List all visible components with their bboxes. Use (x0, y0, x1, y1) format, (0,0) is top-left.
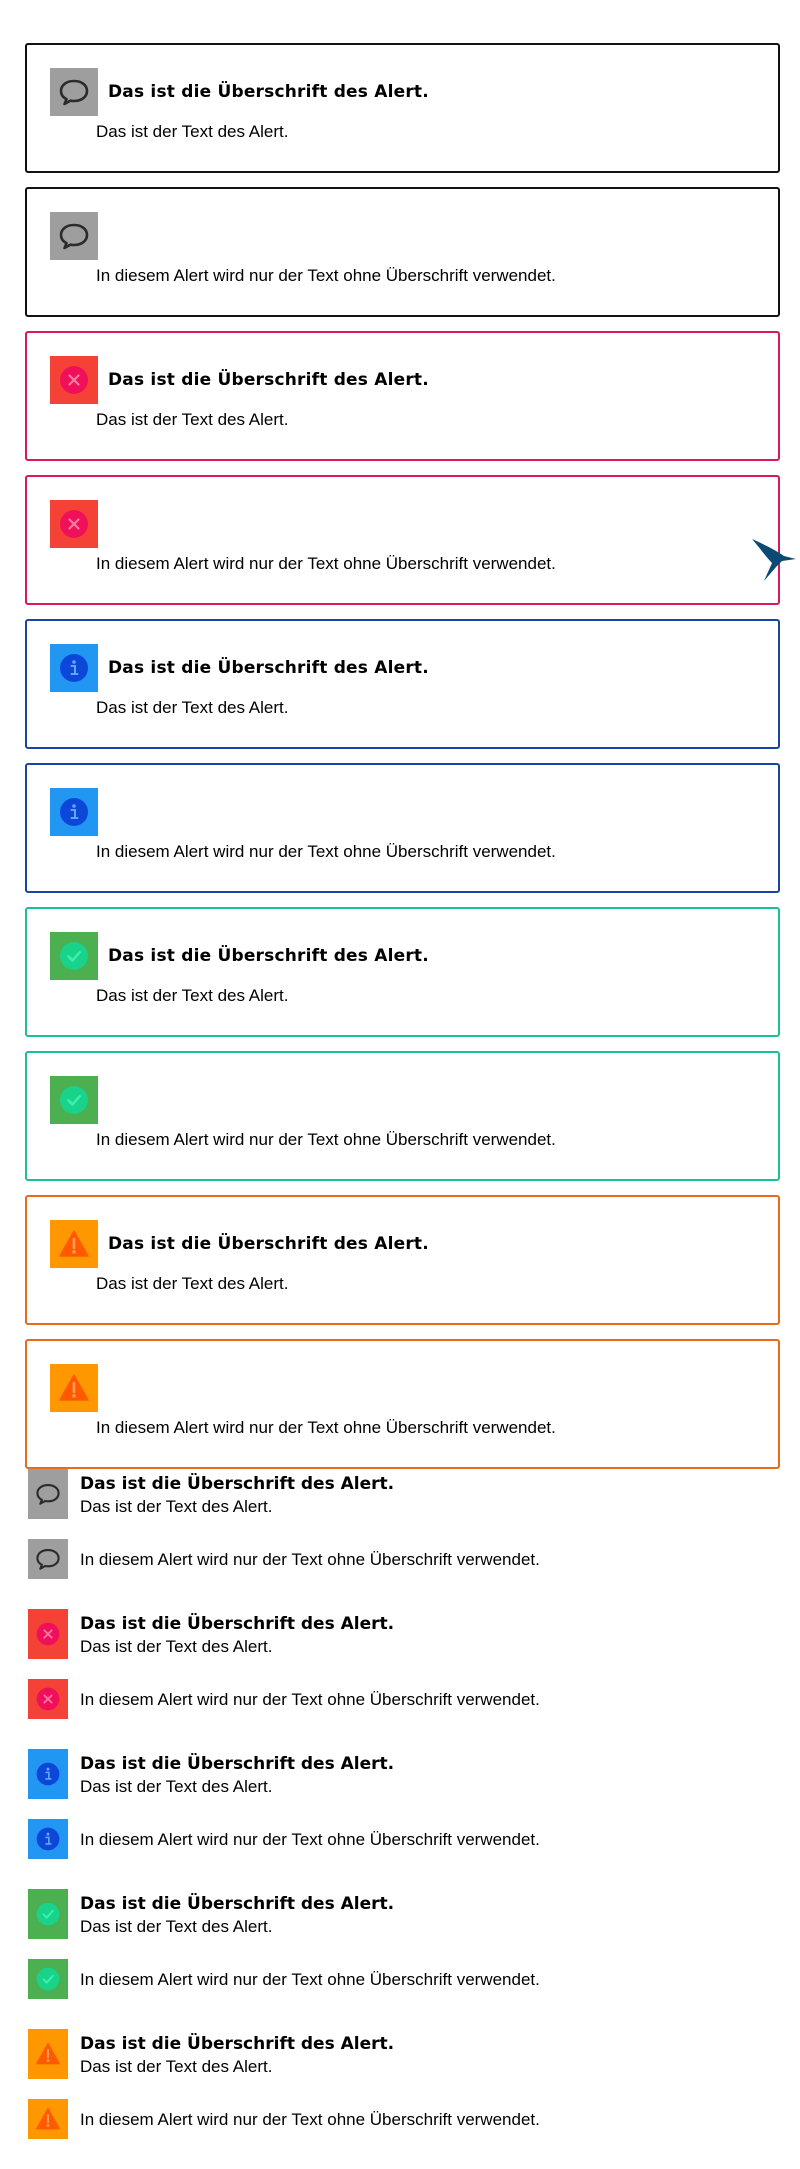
warning-icon (50, 1220, 98, 1268)
compact-alert-warning: In diesem Alert wird nur der Text ohne Ü… (25, 2099, 780, 2169)
alert-title: Das ist die Überschrift des Alert. (108, 370, 429, 390)
alert-title: Das ist die Überschrift des Alert. (80, 1614, 395, 1634)
alert-title: Das ist die Überschrift des Alert. (108, 1234, 429, 1254)
alert-text: Das ist der Text des Alert. (96, 410, 289, 429)
compact-alert-info: In diesem Alert wird nur der Text ohne Ü… (25, 1819, 780, 1889)
alert-text: Das ist der Text des Alert. (80, 1497, 273, 1516)
alert-title: Das ist die Überschrift des Alert. (108, 82, 429, 102)
alert-title: Das ist die Überschrift des Alert. (80, 1754, 395, 1774)
error-icon (28, 1679, 68, 1719)
alert-text: Das ist der Text des Alert. (80, 2057, 273, 2076)
alert-success: In diesem Alert wird nur der Text ohne Ü… (25, 1051, 780, 1181)
error-icon (50, 356, 98, 404)
success-icon (50, 1076, 98, 1124)
info-icon (50, 788, 98, 836)
success-icon (28, 1889, 68, 1939)
alert-text: Das ist der Text des Alert. (80, 1777, 273, 1796)
compact-alert-group: Das ist die Überschrift des Alert. Das is… (25, 1469, 780, 2169)
alert-warning: Das ist die Überschrift des Alert. Das is… (25, 1195, 780, 1325)
alert-title: Das ist die Überschrift des Alert. (80, 1474, 395, 1494)
alert-text: In diesem Alert wird nur der Text ohne Ü… (80, 1690, 540, 1709)
success-icon (28, 1959, 68, 1999)
alert-neutral: In diesem Alert wird nur der Text ohne Ü… (25, 187, 780, 317)
error-icon (28, 1609, 68, 1659)
compact-alert-warning: Das ist die Überschrift des Alert. Das is… (25, 2029, 780, 2099)
alert-title: Das ist die Überschrift des Alert. (108, 946, 429, 966)
alert-text: Das ist der Text des Alert. (96, 986, 289, 1005)
compact-alert-error: Das ist die Überschrift des Alert. Das is… (25, 1609, 780, 1679)
speech-bubble-icon (50, 212, 98, 260)
compact-alert-neutral: Das ist die Überschrift des Alert. Das is… (25, 1469, 780, 1539)
alert-text: In diesem Alert wird nur der Text ohne Ü… (96, 554, 556, 573)
speech-bubble-icon (28, 1469, 68, 1519)
alert-info: In diesem Alert wird nur der Text ohne Ü… (25, 763, 780, 893)
speech-bubble-icon (28, 1539, 68, 1579)
hummingbird-icon (750, 537, 800, 587)
alert-title: Das ist die Überschrift des Alert. (80, 1894, 395, 1914)
alert-info: Das ist die Überschrift des Alert. Das is… (25, 619, 780, 749)
alert-neutral: Das ist die Überschrift des Alert. Das is… (25, 43, 780, 173)
compact-alert-info: Das ist die Überschrift des Alert. Das is… (25, 1749, 780, 1819)
info-icon (50, 644, 98, 692)
info-icon (28, 1749, 68, 1799)
alert-title: Das ist die Überschrift des Alert. (108, 658, 429, 678)
alert-text: In diesem Alert wird nur der Text ohne Ü… (96, 842, 556, 861)
warning-icon (28, 2029, 68, 2079)
alert-success: Das ist die Überschrift des Alert. Das is… (25, 907, 780, 1037)
alert-text: In diesem Alert wird nur der Text ohne Ü… (80, 2110, 540, 2129)
compact-alert-error: In diesem Alert wird nur der Text ohne Ü… (25, 1679, 780, 1749)
alert-text: Das ist der Text des Alert. (80, 1917, 273, 1936)
speech-bubble-icon (50, 68, 98, 116)
alert-text: Das ist der Text des Alert. (80, 1637, 273, 1656)
success-icon (50, 932, 98, 980)
warning-icon (50, 1364, 98, 1412)
alert-text: In diesem Alert wird nur der Text ohne Ü… (96, 266, 556, 285)
alert-text: Das ist der Text des Alert. (96, 1274, 289, 1293)
alert-text: In diesem Alert wird nur der Text ohne Ü… (80, 1970, 540, 1989)
alert-text: In diesem Alert wird nur der Text ohne Ü… (80, 1830, 540, 1849)
alert-title: Das ist die Überschrift des Alert. (80, 2034, 395, 2054)
bordered-alert-group: Das ist die Überschrift des Alert. Das is… (25, 43, 780, 1469)
alert-text: In diesem Alert wird nur der Text ohne Ü… (96, 1418, 556, 1437)
compact-alert-success: Das ist die Überschrift des Alert. Das is… (25, 1889, 780, 1959)
compact-alert-neutral: In diesem Alert wird nur der Text ohne Ü… (25, 1539, 780, 1609)
alert-warning: In diesem Alert wird nur der Text ohne Ü… (25, 1339, 780, 1469)
alert-text: Das ist der Text des Alert. (96, 122, 289, 141)
alert-text: Das ist der Text des Alert. (96, 698, 289, 717)
info-icon (28, 1819, 68, 1859)
alert-list: Das ist die Überschrift des Alert. Das is… (25, 43, 780, 2169)
compact-alert-success: In diesem Alert wird nur der Text ohne Ü… (25, 1959, 780, 2029)
warning-icon (28, 2099, 68, 2139)
alert-text: In diesem Alert wird nur der Text ohne Ü… (80, 1550, 540, 1569)
alert-text: In diesem Alert wird nur der Text ohne Ü… (96, 1130, 556, 1149)
alert-error: In diesem Alert wird nur der Text ohne Ü… (25, 475, 780, 605)
error-icon (50, 500, 98, 548)
alert-error: Das ist die Überschrift des Alert. Das is… (25, 331, 780, 461)
